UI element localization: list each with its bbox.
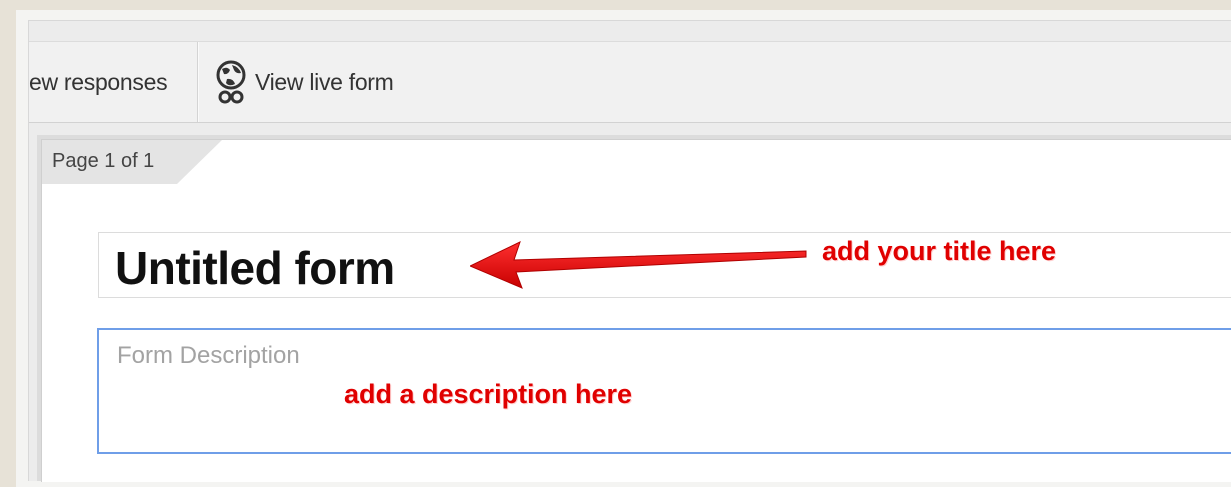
form-description-field[interactable]: Form Description [97, 328, 1231, 454]
page-tab-label: Page 1 of 1 [52, 150, 155, 172]
form-title-text: Untitled form [115, 242, 395, 294]
view-responses-button[interactable]: ew responses [29, 42, 168, 122]
view-live-form-label: View live form [255, 68, 394, 95]
view-responses-label: ew responses [29, 68, 168, 95]
globe-icon [216, 60, 246, 104]
page-area: Page 1 of 1 Untitled form Form Descripti… [37, 135, 1231, 482]
toolbar: ew responses View live form [29, 41, 1231, 123]
description-hint-annotation: add a description here [344, 379, 633, 409]
title-hint-annotation: add your title here [822, 236, 1057, 266]
view-live-form-button[interactable]: View live form [215, 42, 394, 122]
annotation-arrow-icon [470, 241, 807, 289]
toolbar-divider-highlight [198, 42, 199, 122]
form-description-placeholder: Form Description [117, 342, 300, 369]
form-page: Page 1 of 1 Untitled form Form Descripti… [41, 139, 1231, 482]
